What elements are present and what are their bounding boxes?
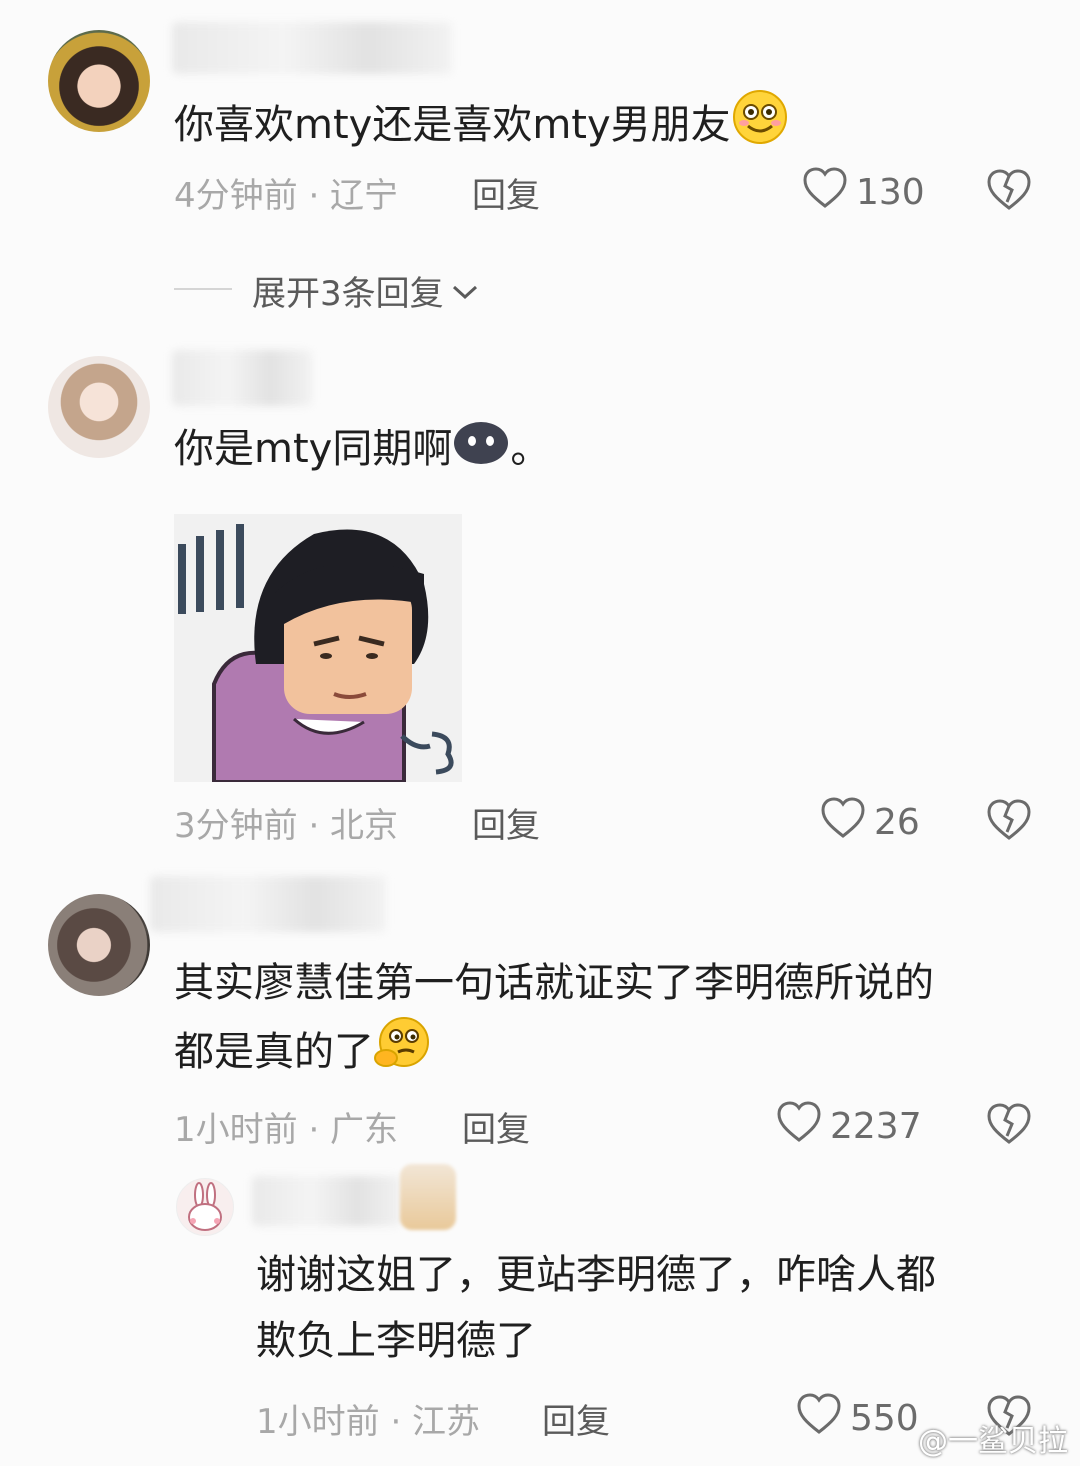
comment-text: 你喜欢mty还是喜欢mty男朋友 [174, 88, 789, 166]
like-button[interactable]: 26 [820, 796, 920, 849]
username-blurred[interactable] [150, 876, 386, 932]
comment-meta: 1小时前 · 江苏 [256, 1402, 481, 1442]
dark-blob-emoji-icon [452, 416, 510, 486]
avatar[interactable] [48, 894, 150, 996]
comment-text: 其实廖慧佳第一句话就证实了李明德所说的 都是真的了 [174, 950, 934, 1092]
dislike-button[interactable] [986, 168, 1032, 216]
weibo-watermark: @一鲨贝拉 [918, 1424, 1068, 1459]
broken-heart-icon [986, 1103, 1032, 1150]
like-count: 2237 [830, 1106, 922, 1147]
reply-button[interactable]: 回复 [542, 1394, 610, 1443]
dislike-button[interactable] [986, 1102, 1032, 1150]
like-button[interactable]: 2237 [776, 1100, 922, 1153]
heart-icon [820, 796, 866, 849]
toast-bread-icon [400, 1164, 456, 1230]
username-blurred[interactable] [172, 22, 452, 74]
broken-heart-icon [986, 799, 1032, 846]
like-count: 26 [874, 802, 920, 843]
reply-text: 谢谢这姐了，更站李明德了，咋啥人都 欺负上李明德了 [256, 1252, 936, 1364]
username-blurred[interactable] [252, 1176, 402, 1226]
like-button[interactable]: 130 [802, 166, 925, 219]
reply-button[interactable]: 回复 [462, 1102, 530, 1151]
bunny-icon [188, 1182, 222, 1231]
like-count: 550 [850, 1398, 919, 1439]
avatar[interactable] [48, 356, 150, 458]
like-count: 130 [856, 172, 925, 213]
smiling-face-emoji-icon [731, 88, 789, 166]
avatar[interactable] [176, 1178, 234, 1236]
heart-icon [802, 166, 848, 219]
expand-replies-button[interactable]: 展开3条回复 [252, 266, 480, 315]
heart-icon [776, 1100, 822, 1153]
reply-button[interactable]: 回复 [472, 798, 540, 847]
expand-divider [174, 288, 232, 290]
username-blurred[interactable] [172, 350, 312, 406]
comment-meta: 4分钟前 · 辽宁 [174, 176, 399, 216]
comment-meta: 3分钟前 · 北京 [174, 806, 399, 846]
dislike-button[interactable] [986, 798, 1032, 846]
broken-heart-icon [986, 169, 1032, 216]
reply-button[interactable]: 回复 [472, 168, 540, 217]
chevron-down-icon [450, 271, 480, 311]
like-button[interactable]: 550 [796, 1392, 919, 1445]
thinking-face-emoji-icon [374, 1016, 432, 1092]
heart-icon [796, 1392, 842, 1445]
comment-text: 你是mty同期啊 。 [174, 416, 550, 486]
avatar[interactable] [48, 30, 150, 132]
comment-meta: 1小时前 · 广东 [174, 1110, 399, 1150]
sighing-cartoon-girl-sticker[interactable] [174, 514, 462, 784]
